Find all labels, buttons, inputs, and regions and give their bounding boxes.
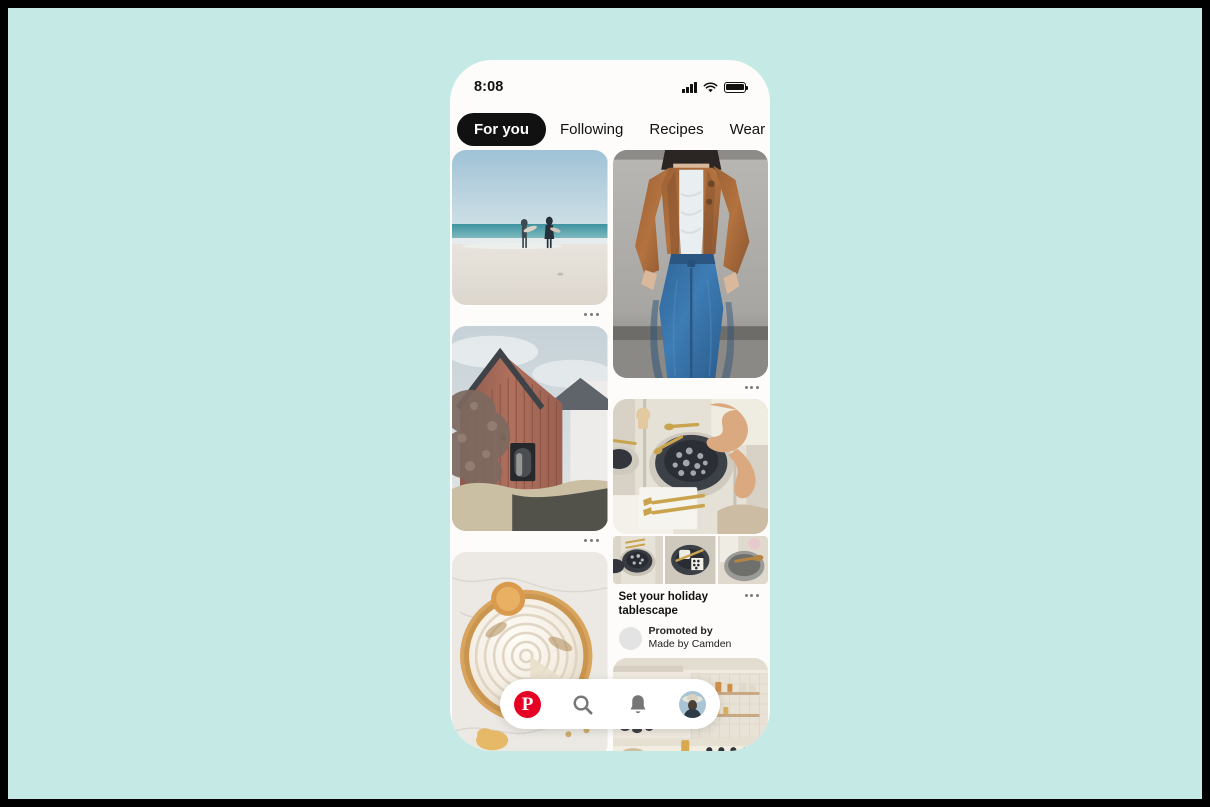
signal-bars-icon: [682, 81, 697, 93]
tab-following[interactable]: Following: [548, 113, 635, 146]
thumbnail-1-image: [612, 536, 663, 584]
pin-barn-image[interactable]: [452, 326, 608, 531]
pin-outfit-image[interactable]: [612, 150, 768, 378]
advertiser-text: Promoted by Made by Camden: [649, 625, 732, 651]
advertiser-name: Made by Camden: [648, 638, 732, 651]
thumbnail-2[interactable]: [665, 536, 716, 584]
tablescape-promo-header: Set your holiday tablescape: [613, 584, 769, 618]
nav-search-button[interactable]: [566, 687, 600, 721]
avatar-image: [679, 690, 706, 718]
tablescape-thumbnail-strip[interactable]: [612, 536, 768, 584]
pin-barn-overflow-icon[interactable]: [452, 531, 608, 549]
avatar: [679, 690, 706, 718]
status-bar: 8:08: [450, 60, 770, 100]
nav-profile-button[interactable]: [676, 687, 710, 721]
tab-for-you[interactable]: For you: [457, 112, 546, 146]
phone-screen: 8:08 For you Following Recipes Wear Set …: [450, 60, 770, 751]
nav-notifications-button[interactable]: [621, 687, 655, 721]
pin-barn[interactable]: [452, 326, 608, 549]
promoted-label: Promoted by: [648, 625, 713, 638]
feed-column-left: [452, 150, 608, 751]
barn-illustration: [452, 326, 608, 531]
pin-outfit-overflow-icon[interactable]: [613, 378, 769, 396]
tablescape-advertiser-row[interactable]: Promoted by Made by Camden: [613, 618, 769, 655]
pin-beach-image[interactable]: [452, 150, 608, 305]
pin-feed[interactable]: Set your holiday tablescape Promoted by …: [450, 150, 770, 751]
thumbnail-3[interactable]: [717, 536, 768, 584]
battery-icon: [724, 81, 749, 93]
pin-beach-overflow-icon[interactable]: [452, 305, 608, 323]
wifi-icon: [703, 81, 718, 92]
outfit-illustration: [612, 150, 768, 378]
thumbnail-2-image: [665, 536, 716, 584]
bell-icon: [630, 694, 645, 713]
search-icon: [573, 695, 593, 714]
pinterest-logo-icon: P: [514, 690, 541, 718]
status-icons: [682, 81, 749, 93]
pin-tablescape[interactable]: Set your holiday tablescape Promoted by …: [612, 399, 769, 655]
beach-illustration: [452, 150, 608, 305]
tab-recipes[interactable]: Recipes: [637, 113, 715, 146]
pin-beach[interactable]: [452, 150, 608, 323]
nav-home-button[interactable]: P: [511, 687, 545, 721]
status-time: 8:08: [474, 79, 504, 95]
thumbnail-1[interactable]: [612, 536, 663, 584]
pin-tablescape-image[interactable]: [612, 399, 768, 534]
tablescape-illustration: [612, 399, 768, 534]
pin-outfit[interactable]: [612, 150, 769, 396]
advertiser-avatar: [618, 626, 642, 650]
tab-bar: For you Following Recipes Wear: [450, 108, 770, 150]
tab-wear[interactable]: Wear: [718, 113, 770, 146]
bottom-nav[interactable]: P: [500, 679, 720, 729]
feed-column-right: Set your holiday tablescape Promoted by …: [612, 150, 769, 751]
pin-tablescape-overflow-icon[interactable]: [744, 588, 768, 602]
canvas: 8:08 For you Following Recipes Wear Set …: [8, 8, 1202, 799]
thumbnail-3-image: [717, 536, 768, 584]
